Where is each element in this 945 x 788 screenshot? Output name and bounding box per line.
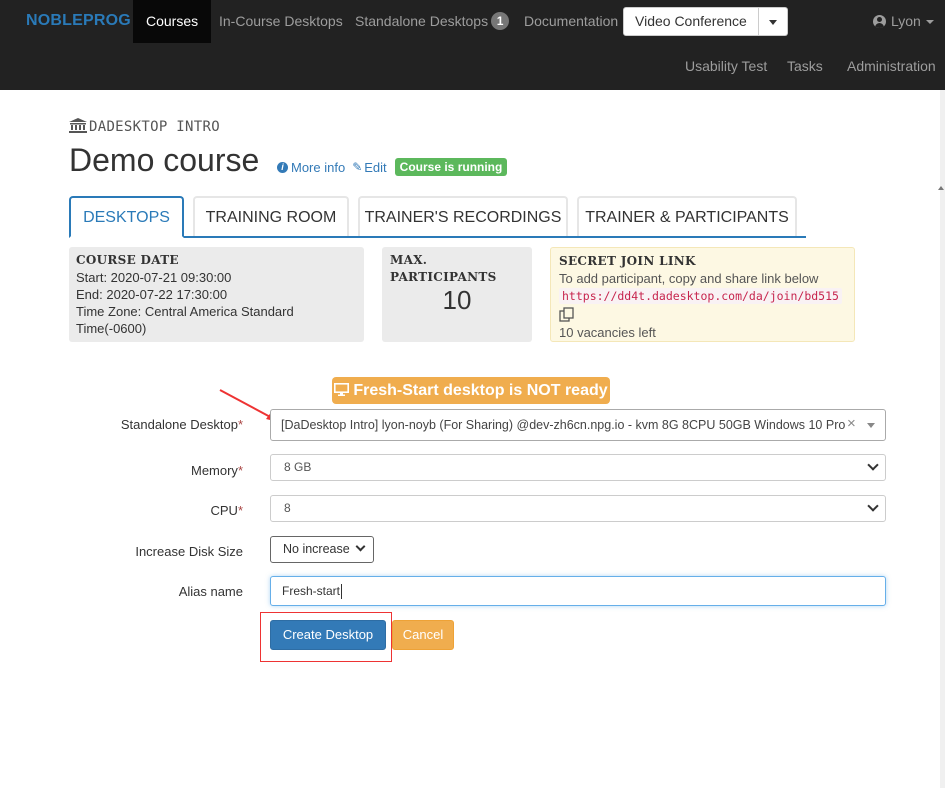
tab-trainer-participants[interactable]: TRAINER & PARTICIPANTS — [577, 196, 797, 236]
monitor-icon — [334, 383, 350, 396]
secret-link-heading: SECRET JOIN LINK — [559, 254, 696, 268]
max-participants-heading-1: MAX. — [390, 253, 428, 267]
video-conference-dropdown-button[interactable] — [758, 7, 788, 36]
cancel-button[interactable]: Cancel — [392, 620, 454, 650]
info-icon: i — [277, 161, 288, 173]
top-navbar: NOBLEPROG Courses In-Course Desktops Sta… — [0, 0, 945, 90]
memory-label: Memory* — [191, 463, 243, 478]
scroll-up-arrow[interactable] — [938, 186, 944, 190]
nav-usability-test[interactable]: Usability Test — [685, 48, 767, 84]
bank-icon — [69, 118, 87, 133]
nav-standalone-desktops[interactable]: Standalone Desktops 1 — [342, 0, 522, 43]
more-info-link[interactable]: More info — [291, 160, 345, 175]
required-mark: * — [237, 503, 243, 518]
course-timezone: Time Zone: Central America Standard Time… — [76, 304, 294, 336]
alias-name-input[interactable]: Fresh-start — [270, 576, 886, 606]
brand-logo[interactable]: NOBLEPROG — [26, 12, 131, 32]
course-date-heading: COURSE DATE — [76, 253, 179, 267]
tab-training-room[interactable]: TRAINING ROOM — [193, 196, 349, 236]
max-participants-heading-2: PARTICIPANTS — [390, 270, 497, 284]
desktop-not-ready-label: Fresh-Start desktop is NOT ready — [332, 377, 610, 404]
nav-courses[interactable]: Courses — [133, 0, 212, 43]
page-title: Demo course — [69, 142, 260, 178]
secret-join-link-panel: SECRET JOIN LINK To add participant, cop… — [550, 247, 855, 342]
memory-select[interactable]: 8 GB — [270, 454, 886, 481]
text-cursor — [341, 584, 343, 600]
memory-label-text: Memory — [190, 463, 238, 478]
disk-size-label: Increase Disk Size — [135, 544, 243, 559]
video-conference-button[interactable]: Video Conference — [623, 7, 759, 36]
video-conference-group: Video Conference — [623, 7, 788, 36]
course-date-panel: COURSE DATE Start: 2020-07-21 09:30:00 E… — [69, 247, 364, 342]
user-icon — [873, 15, 886, 28]
alias-name-value: Fresh-start — [282, 584, 341, 598]
cpu-label: CPU* — [210, 503, 243, 518]
clear-icon[interactable]: × — [847, 415, 856, 432]
secret-link-description: To add participant, copy and share link … — [559, 271, 819, 286]
page-scrollbar[interactable] — [940, 90, 945, 788]
nav-tasks[interactable]: Tasks — [787, 48, 823, 84]
nav-administration[interactable]: Administration — [847, 48, 936, 84]
desktop-not-ready-text: Fresh-Start desktop is NOT ready — [353, 382, 608, 399]
breadcrumb-label: DADESKTOP INTRO — [89, 119, 220, 135]
chevron-down-icon — [925, 20, 934, 25]
cpu-label-text: CPU — [210, 503, 238, 518]
pencil-icon: ✎ — [352, 160, 363, 174]
standalone-desktop-label-text: Standalone Desktop — [120, 417, 238, 432]
nav-in-course-desktops[interactable]: In-Course Desktops — [206, 0, 356, 43]
memory-value: 8 GB — [284, 460, 312, 474]
edit-link[interactable]: Edit — [364, 160, 386, 175]
required-mark: * — [237, 463, 243, 478]
course-meta: i More info ✎ Edit Course is running — [277, 158, 508, 176]
user-name: Lyon — [891, 13, 921, 29]
chevron-down-icon — [768, 20, 777, 25]
standalone-count-badge: 1 — [491, 12, 510, 31]
tab-trainers-recordings[interactable]: TRAINER'S RECORDINGS — [358, 196, 568, 236]
create-desktop-button[interactable]: Create Desktop — [270, 620, 386, 650]
copy-icon[interactable] — [559, 307, 575, 322]
cpu-value: 8 — [284, 501, 291, 515]
breadcrumb[interactable]: DADESKTOP INTRO — [69, 116, 220, 135]
user-menu[interactable]: Lyon — [873, 0, 934, 43]
tab-desktops[interactable]: DESKTOPS — [69, 196, 184, 238]
standalone-desktop-select[interactable]: [DaDesktop Intro] lyon-noyb (For Sharing… — [270, 409, 886, 441]
chevron-down-icon[interactable] — [867, 423, 875, 428]
course-end: End: 2020-07-22 17:30:00 — [76, 287, 228, 302]
standalone-desktop-label: Standalone Desktop* — [121, 417, 243, 432]
nav-documentation[interactable]: Documentation — [511, 0, 631, 43]
vacancies-left: 10 vacancies left — [559, 325, 656, 340]
max-participants-panel: MAX. PARTICIPANTS 10 — [382, 247, 532, 342]
alias-name-label: Alias name — [178, 584, 243, 599]
nav-standalone-label: Standalone Desktops — [355, 13, 489, 29]
cpu-select[interactable]: 8 — [270, 495, 886, 522]
disk-size-value: No increase — [283, 542, 350, 556]
status-badge: Course is running — [394, 158, 508, 176]
secret-link-url[interactable]: https://dd4t.dadesktop.com/da/join/bd515 — [559, 288, 842, 304]
max-participants-value: 10 — [442, 285, 472, 315]
course-start: Start: 2020-07-21 09:30:00 — [76, 270, 232, 285]
required-mark: * — [237, 417, 243, 432]
